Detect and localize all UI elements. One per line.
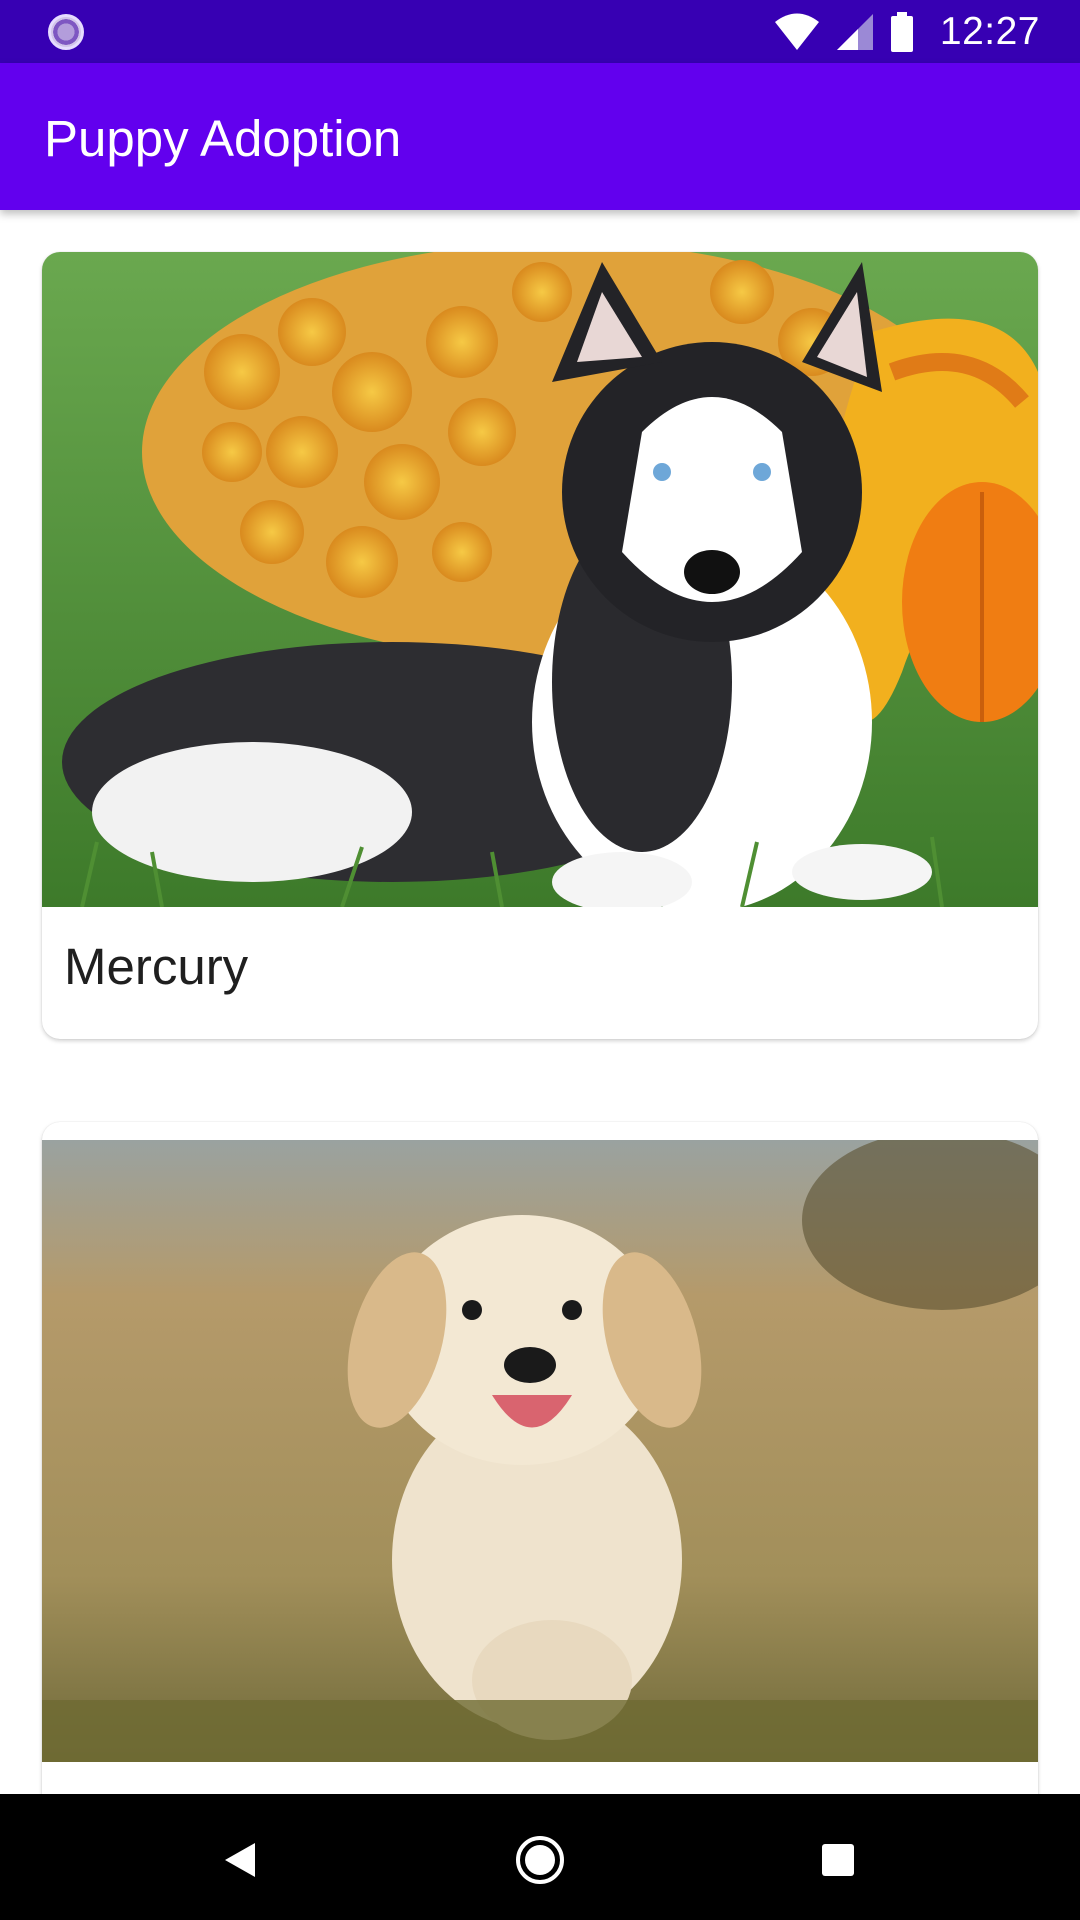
- puppy-card[interactable]: [42, 1122, 1038, 1794]
- status-bar: 12:27: [0, 0, 1080, 63]
- home-icon[interactable]: [510, 1830, 570, 1890]
- puppy-name: Mercury: [64, 938, 249, 995]
- battery-icon: [890, 12, 914, 52]
- puppy-list[interactable]: Mercury: [0, 210, 1080, 1794]
- status-icons: 12:27: [774, 10, 1040, 54]
- wifi-icon: [774, 13, 820, 51]
- navigation-bar: [0, 1794, 1080, 1920]
- status-time: 12:27: [939, 10, 1040, 53]
- golden-retriever-puppy-photo: [42, 1140, 1038, 1762]
- back-icon[interactable]: [210, 1830, 270, 1890]
- app-bar: Puppy Adoption: [0, 63, 1080, 210]
- loading-indicator-icon: [48, 14, 84, 50]
- puppy-card[interactable]: Mercury: [42, 252, 1038, 1039]
- app-title: Puppy Adoption: [44, 110, 402, 167]
- husky-puppy-photo: [42, 252, 1038, 907]
- cell-signal-icon: [836, 13, 874, 51]
- recents-icon[interactable]: [808, 1830, 868, 1890]
